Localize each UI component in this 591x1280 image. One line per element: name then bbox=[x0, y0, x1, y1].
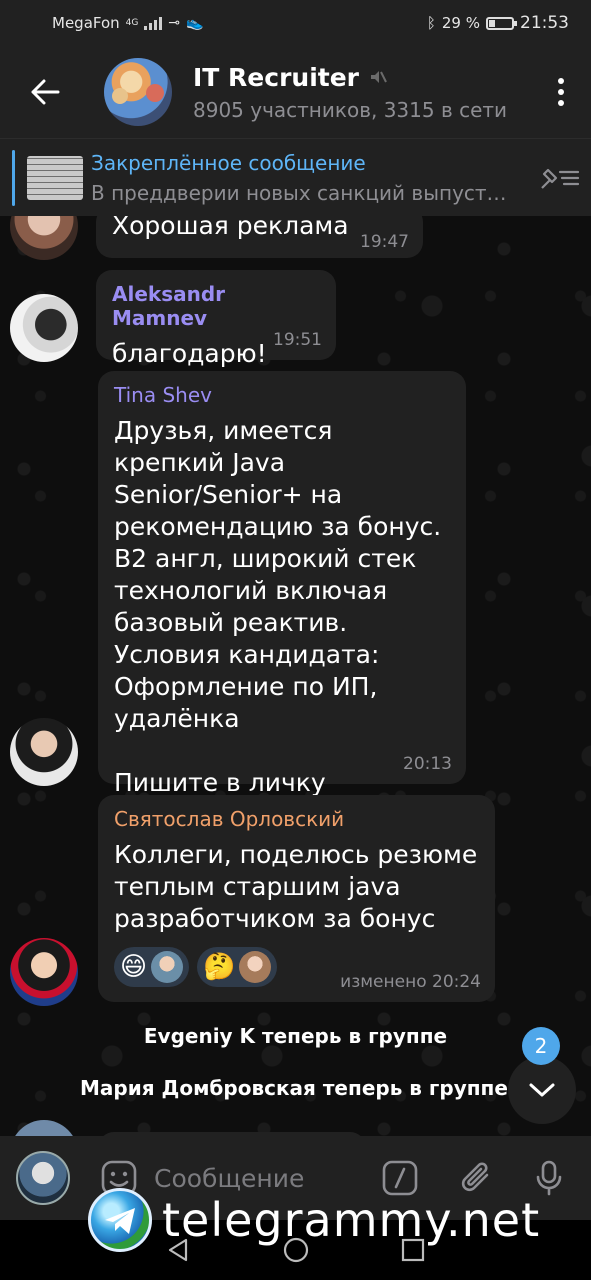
pin-indicator bbox=[12, 149, 15, 206]
message-time: 19:51 bbox=[273, 330, 322, 350]
avatar[interactable] bbox=[10, 938, 78, 1006]
chat-info[interactable]: IT Recruiter 8905 участников, 3315 в сет… bbox=[193, 63, 531, 122]
message-bubble[interactable]: Tina Shev Друзья, имеется крепкий Java S… bbox=[98, 371, 466, 797]
unread-badge: 2 bbox=[522, 1027, 560, 1065]
avatar[interactable] bbox=[10, 216, 78, 260]
reaction-chip[interactable]: 🤔 bbox=[197, 947, 278, 987]
pinned-preview: В преддверии новых санкций выпуст… bbox=[91, 180, 507, 205]
chat-title: IT Recruiter bbox=[193, 62, 360, 92]
scroll-down-button[interactable] bbox=[508, 1056, 576, 1124]
watermark-text: telegrammy.net bbox=[162, 1193, 541, 1247]
message-text: Друзья, имеется крепкий Java Senior/Seni… bbox=[114, 416, 442, 797]
clock: 21:53 bbox=[520, 13, 569, 33]
avatar[interactable] bbox=[10, 294, 78, 362]
message-time: 19:47 bbox=[360, 232, 409, 252]
message-time: изменено 20:24 bbox=[340, 972, 481, 992]
pin-list-icon bbox=[541, 168, 580, 189]
send-as-avatar[interactable] bbox=[16, 1151, 70, 1205]
carrier-label: MegaFon bbox=[52, 14, 120, 32]
service-message: Мария Домбровская теперь в группе bbox=[80, 1076, 508, 1100]
message-time: 20:13 bbox=[403, 754, 452, 774]
pinned-message-bar[interactable]: Закреплённое сообщение В преддверии новы… bbox=[0, 138, 591, 216]
dot-icon bbox=[558, 78, 564, 84]
reactor-avatar bbox=[151, 951, 184, 983]
status-bar: MegaFon 4G ⊸ 👟 ᛒ 29 % 21:53 bbox=[0, 0, 591, 46]
shoe-icon: 👟 bbox=[186, 15, 204, 31]
sender-name[interactable]: Святослав Орловский bbox=[114, 807, 479, 831]
thinking-face-icon: 🤔 bbox=[203, 952, 236, 982]
telegram-globe-logo-icon bbox=[88, 1188, 152, 1252]
sender-name[interactable]: Tina Shev bbox=[114, 383, 450, 407]
avatar[interactable] bbox=[10, 1120, 78, 1136]
back-button[interactable] bbox=[0, 46, 90, 138]
battery-icon bbox=[486, 16, 517, 30]
chat-header: IT Recruiter 8905 участников, 3315 в сет… bbox=[0, 46, 591, 138]
message-bubble[interactable]: Хорошая реклама 19:47 bbox=[96, 216, 423, 258]
message-bubble[interactable]: Aleksandr Mamnev благодарю! 19:51 bbox=[96, 270, 336, 368]
pinned-list-button[interactable] bbox=[529, 164, 591, 192]
network-label: 4G bbox=[125, 18, 139, 28]
dot-icon bbox=[558, 89, 564, 95]
reactor-avatar bbox=[239, 951, 272, 983]
battery-percent: 29 % bbox=[441, 14, 480, 32]
watermark: telegrammy.net bbox=[88, 1188, 540, 1252]
muted-icon bbox=[371, 71, 387, 83]
grinning-face-icon: 😄 bbox=[120, 952, 148, 982]
bluetooth-icon: ᛒ bbox=[426, 14, 436, 32]
chat-avatar[interactable] bbox=[104, 58, 172, 126]
message-bubble[interactable]: Святослав Орловский Коллеги, поделюсь ре… bbox=[98, 795, 495, 1002]
signal-icon bbox=[144, 16, 163, 30]
key-icon: ⊸ bbox=[168, 15, 181, 31]
reaction-chip[interactable]: 😄 bbox=[114, 947, 190, 987]
arrow-left-icon bbox=[31, 79, 60, 105]
dot-icon bbox=[558, 100, 564, 106]
sender-name[interactable]: Aleksandr Mamnev bbox=[112, 282, 320, 330]
message-list[interactable]: Хорошая реклама 19:47 Aleksandr Mamnev б… bbox=[0, 216, 591, 1136]
pinned-thumbnail bbox=[27, 155, 83, 200]
service-message: Evgeniy K теперь в группе bbox=[143, 1024, 448, 1048]
message-text: Коллеги, поделюсь резюме теплым старшим … bbox=[114, 840, 478, 933]
pinned-title: Закреплённое сообщение bbox=[91, 150, 366, 175]
avatar[interactable] bbox=[10, 718, 78, 786]
chevron-down-icon bbox=[529, 1083, 555, 1097]
more-menu-button[interactable] bbox=[531, 46, 591, 138]
chat-subtitle: 8905 участников, 3315 в сети bbox=[193, 97, 508, 122]
